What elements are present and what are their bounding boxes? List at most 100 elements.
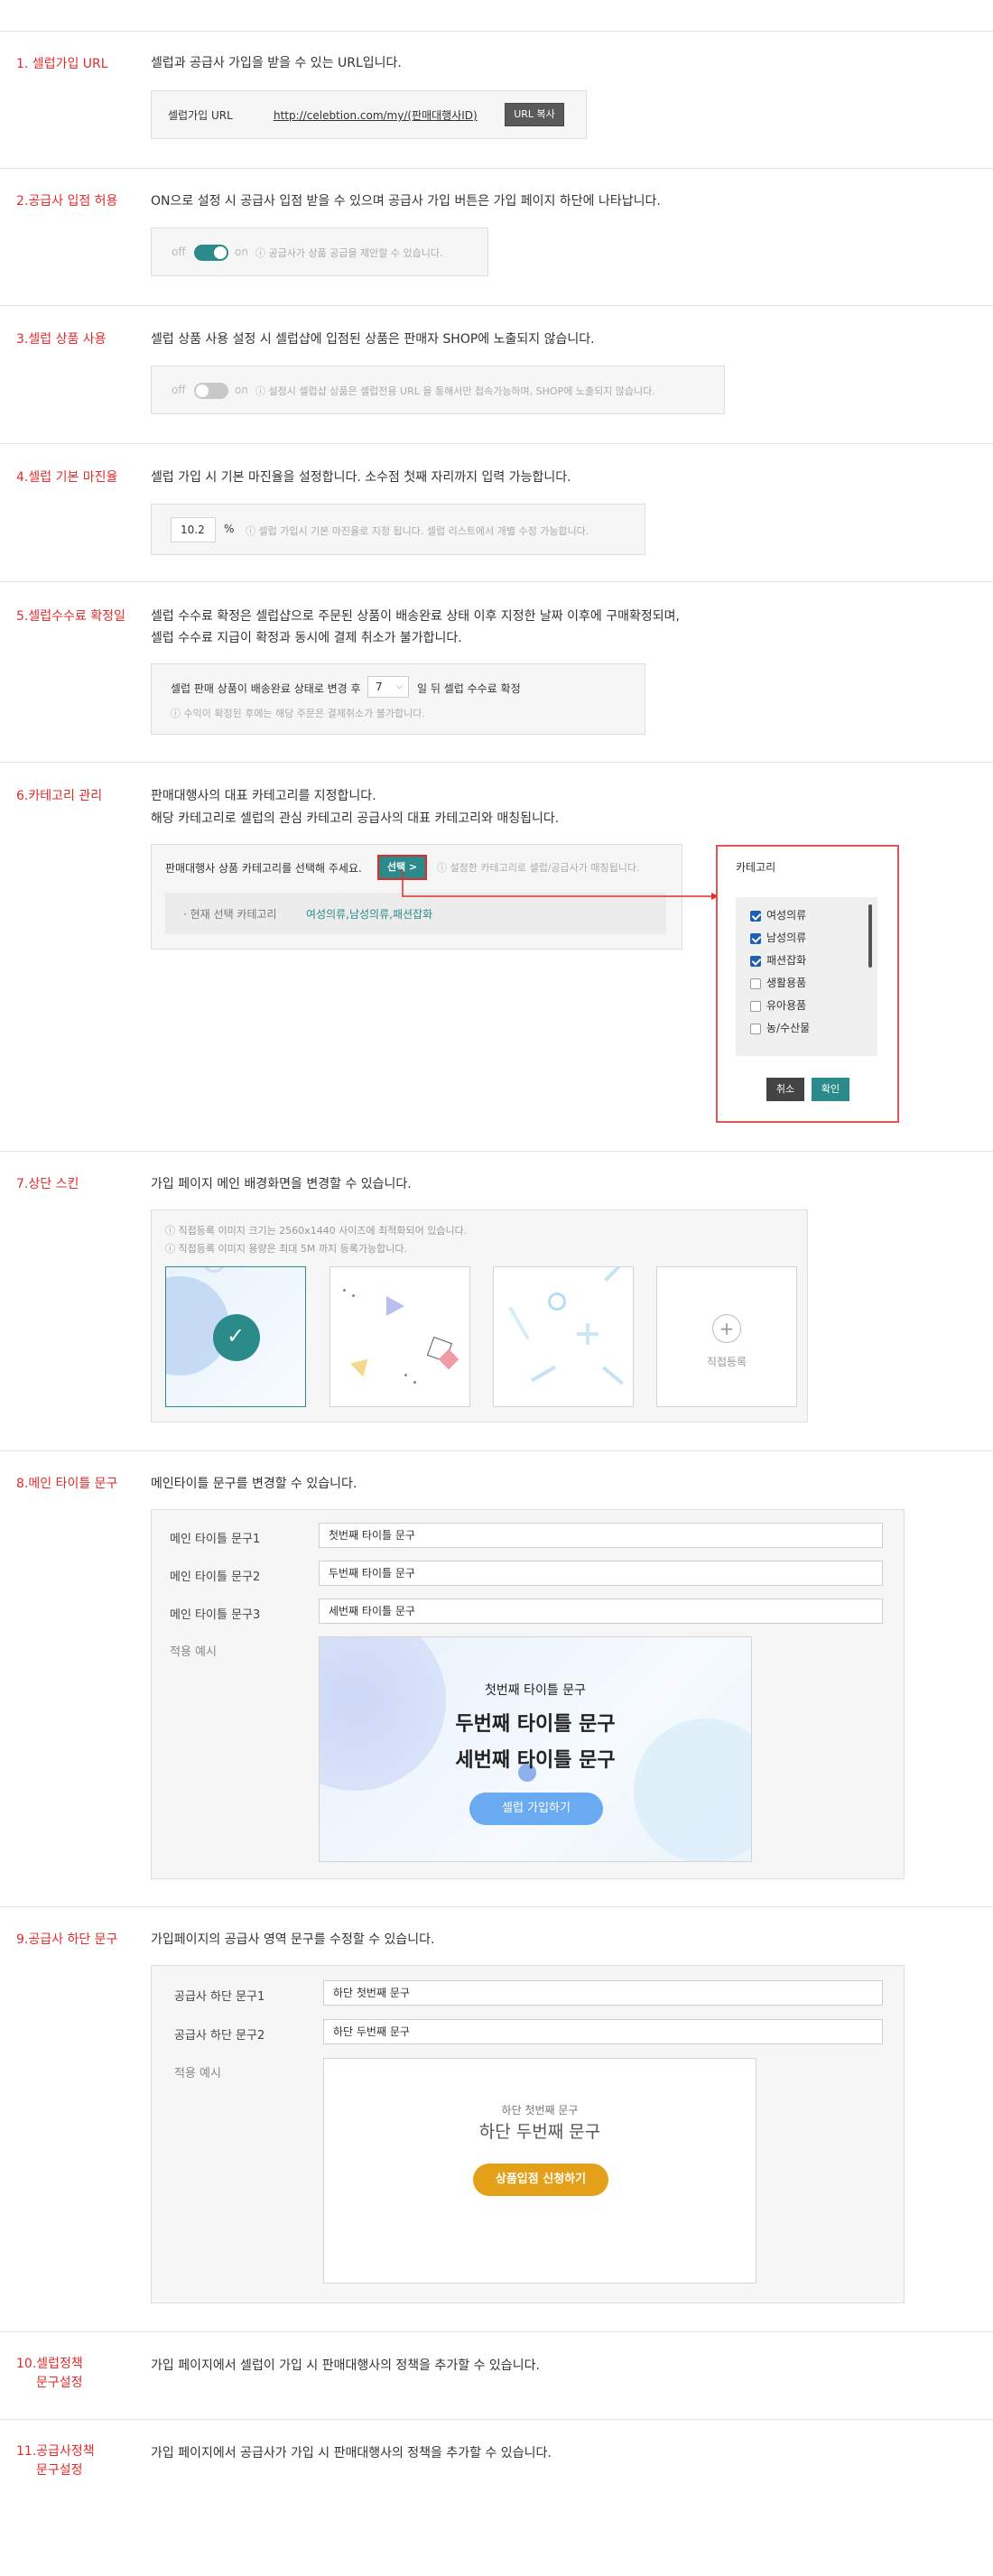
category-option[interactable]: 유아용품 <box>750 995 810 1017</box>
url-copy-button[interactable]: URL 복사 <box>505 103 564 126</box>
supplier-entry-toggle[interactable] <box>194 245 228 261</box>
signup-url-box: 셀럽가입 URL http://celebtion.com/my/(판매대행사I… <box>151 90 587 139</box>
section-description: 셀럽과 공급사 가입을 받을 수 있는 URL입니다. <box>151 56 402 70</box>
scrollbar[interactable] <box>868 904 872 968</box>
category-option-label: 남성의류 <box>766 931 807 944</box>
section-description: 셀럽 가입 시 기본 마진율을 설정합니다. 소수점 첫째 자리까지 입력 가능… <box>151 470 571 485</box>
plus-icon: + <box>712 1314 741 1343</box>
title-label-3: 메인 타이틀 문구3 <box>170 1608 261 1622</box>
section-title: 8.메인 타이틀 문구 <box>16 1477 118 1491</box>
signup-url-link[interactable]: http://celebtion.com/my/(판매대행사ID) <box>274 107 478 123</box>
divider <box>0 581 993 582</box>
section-title: 1. 셀럽가입 URL <box>16 57 108 71</box>
preview-label: 적용 예시 <box>174 2067 221 2080</box>
skin-option-1-selected[interactable]: ✓ <box>165 1266 306 1407</box>
category-option-label: 유아용품 <box>766 999 807 1012</box>
category-option[interactable]: 남성의류 <box>750 927 810 950</box>
celeb-product-toggle[interactable] <box>194 383 228 399</box>
margin-rate-input[interactable]: 10.2 <box>171 517 216 542</box>
section-description: 셀럽 수수료 지급이 확정과 동시에 결제 취소가 불가합니다. <box>151 631 462 645</box>
toggle-note: ⓘ 설정시 셀럽샵 상품은 셀럽전용 URL 을 통해서만 접속가능하며, SH… <box>255 385 655 397</box>
section-description: 가입페이지의 공급사 영역 문구를 수정할 수 있습니다. <box>151 1932 435 1947</box>
section-description: 셀럽 수수료 확정은 셀럽샵으로 주문된 상품이 배송완료 상태 이후 지정한 … <box>151 609 680 624</box>
footer-input-1[interactable]: 하단 첫번째 문구 <box>323 1980 883 2006</box>
category-checkbox[interactable] <box>750 910 761 922</box>
section-title: 10.셀럽정책 문구설정 <box>16 2355 83 2393</box>
preview-footer-1: 하단 첫번째 문구 <box>501 2104 579 2117</box>
section-title: 4.셀럽 기본 마진율 <box>16 470 118 485</box>
category-checkbox[interactable] <box>750 1023 761 1034</box>
margin-rate-box: 10.2 % ⓘ 셀럽 가입시 기본 마진율로 지정 됩니다. 셀럽 리스트에서… <box>151 504 645 555</box>
divider <box>0 762 993 763</box>
category-popup: 카테고리 여성의류 남성의류 패션잡화 생활용품 유아용품 농/수산물 취소 확인 <box>716 845 899 1123</box>
section-title: 9.공급사 하단 문구 <box>16 1932 118 1947</box>
title-input-2[interactable]: 두번째 타이틀 문구 <box>319 1561 883 1586</box>
preview-title-2: 두번째 타이틀 문구 <box>455 1713 616 1736</box>
signup-url-label: 셀럽가입 URL <box>168 109 233 122</box>
section-title: 7.상단 스킨 <box>16 1177 79 1191</box>
preview-label: 적용 예시 <box>170 1645 217 1659</box>
section-title: 6.카테고리 관리 <box>16 789 103 803</box>
confirm-note: ⓘ 수익이 확정된 후에는 해당 주문은 결제취소가 불가합니다. <box>171 708 425 719</box>
section-title: 3.셀럽 상품 사용 <box>16 332 107 347</box>
category-prompt: 판매대행사 상품 카테고리를 선택해 주세요. <box>165 862 362 875</box>
category-checkbox[interactable] <box>750 978 761 989</box>
section-title: 2.공급사 입점 허용 <box>16 194 118 208</box>
divider <box>0 31 993 32</box>
preview-title-3: 세번째 타이틀 문구 <box>455 1749 616 1772</box>
divider <box>0 1151 993 1152</box>
section-title-line-2: 문구설정 <box>36 2376 83 2390</box>
supplier-apply-button[interactable]: 상품입점 신청하기 <box>473 2164 608 2196</box>
connector-arrow <box>402 870 719 900</box>
current-category-value: 여성의류,남성의류,패션잡화 <box>306 908 433 921</box>
supplier-footer-box: 공급사 하단 문구1 하단 첫번째 문구 공급사 하단 문구2 하단 두번째 문… <box>151 1965 905 2303</box>
footer-input-2[interactable]: 하단 두번째 문구 <box>323 2019 883 2044</box>
title-input-1[interactable]: 첫번째 타이틀 문구 <box>319 1523 883 1548</box>
current-category-label: · 현재 선택 카테고리 <box>183 908 277 921</box>
toggle-note: ⓘ 공급사가 상품 공급을 제안할 수 있습니다. <box>255 247 443 259</box>
category-option-label: 패션잡화 <box>766 954 807 967</box>
category-checkbox[interactable] <box>750 955 761 967</box>
category-option[interactable]: 생활용품 <box>750 972 810 995</box>
category-option[interactable]: 농/수산물 <box>750 1017 810 1040</box>
category-checkbox[interactable] <box>750 932 761 944</box>
category-option[interactable]: 여성의류 <box>750 904 810 927</box>
footer-label-2: 공급사 하단 문구2 <box>174 2029 265 2043</box>
section-title-line-1: 11.공급사정책 <box>16 2444 95 2459</box>
category-option[interactable]: 패션잡화 <box>750 950 810 972</box>
divider <box>0 1450 993 1451</box>
upload-label: 직접등록 <box>706 1356 747 1368</box>
section-description: 가입 페이지 메인 배경화면을 변경할 수 있습니다. <box>151 1177 412 1191</box>
skin-upload-tile[interactable]: + 직접등록 <box>656 1266 797 1407</box>
section-title: 5.셀럽수수료 확정일 <box>16 609 125 624</box>
toggle-on-label: on <box>235 246 248 258</box>
footer-label-1: 공급사 하단 문구1 <box>174 1990 265 2004</box>
title-input-3[interactable]: 세번째 타이틀 문구 <box>319 1598 883 1624</box>
section-title-line-2: 문구설정 <box>36 2463 83 2478</box>
category-option-label: 생활용품 <box>766 977 807 989</box>
skin-option-3[interactable] <box>493 1266 634 1407</box>
category-list: 여성의류남성의류패션잡화생활용품유아용품농/수산물 <box>736 897 877 1056</box>
divider <box>0 305 993 306</box>
category-checkbox[interactable] <box>750 1000 761 1012</box>
divider <box>0 1906 993 1907</box>
section-description: 가입 페이지에서 공급사가 가입 시 판매대행사의 정책을 추가할 수 있습니다… <box>151 2446 552 2460</box>
check-icon: ✓ <box>227 1323 246 1348</box>
skin-note-2: ⓘ 직접등록 이미지 용량은 최대 5M 까지 등록가능합니다. <box>165 1243 407 1255</box>
celeb-product-toggle-box: off on ⓘ 설정시 셀럽샵 상품은 셀럽전용 URL 을 통해서만 접속가… <box>151 366 725 414</box>
days-select-value: 7 <box>376 681 383 693</box>
days-select[interactable]: 7 ⌵ <box>367 676 409 698</box>
toggle-off-label: off <box>172 246 186 258</box>
section-description: 해당 카테고리로 셀럽의 관심 카테고리 공급사의 대표 카테고리와 매칭됩니다… <box>151 811 560 826</box>
popup-confirm-button[interactable]: 확인 <box>812 1078 849 1101</box>
footer-preview: 하단 첫번째 문구 하단 두번째 문구 상품입점 신청하기 <box>323 2058 756 2284</box>
supplier-toggle-box: off on ⓘ 공급사가 상품 공급을 제안할 수 있습니다. <box>151 227 488 276</box>
skin-option-2[interactable] <box>329 1266 470 1407</box>
toggle-on-label: on <box>235 384 248 396</box>
celeb-signup-button[interactable]: 셀럽 가입하기 <box>469 1793 603 1825</box>
confirm-suffix: 일 뒤 셀럽 수수료 확정 <box>417 682 521 695</box>
confirm-prefix: 셀럽 판매 상품이 배송완료 상태로 변경 후 <box>171 682 361 695</box>
divider <box>0 168 993 169</box>
popup-cancel-button[interactable]: 취소 <box>766 1078 804 1101</box>
section-description: 가입 페이지에서 셀럽이 가입 시 판매대행사의 정책을 추가할 수 있습니다. <box>151 2358 540 2373</box>
